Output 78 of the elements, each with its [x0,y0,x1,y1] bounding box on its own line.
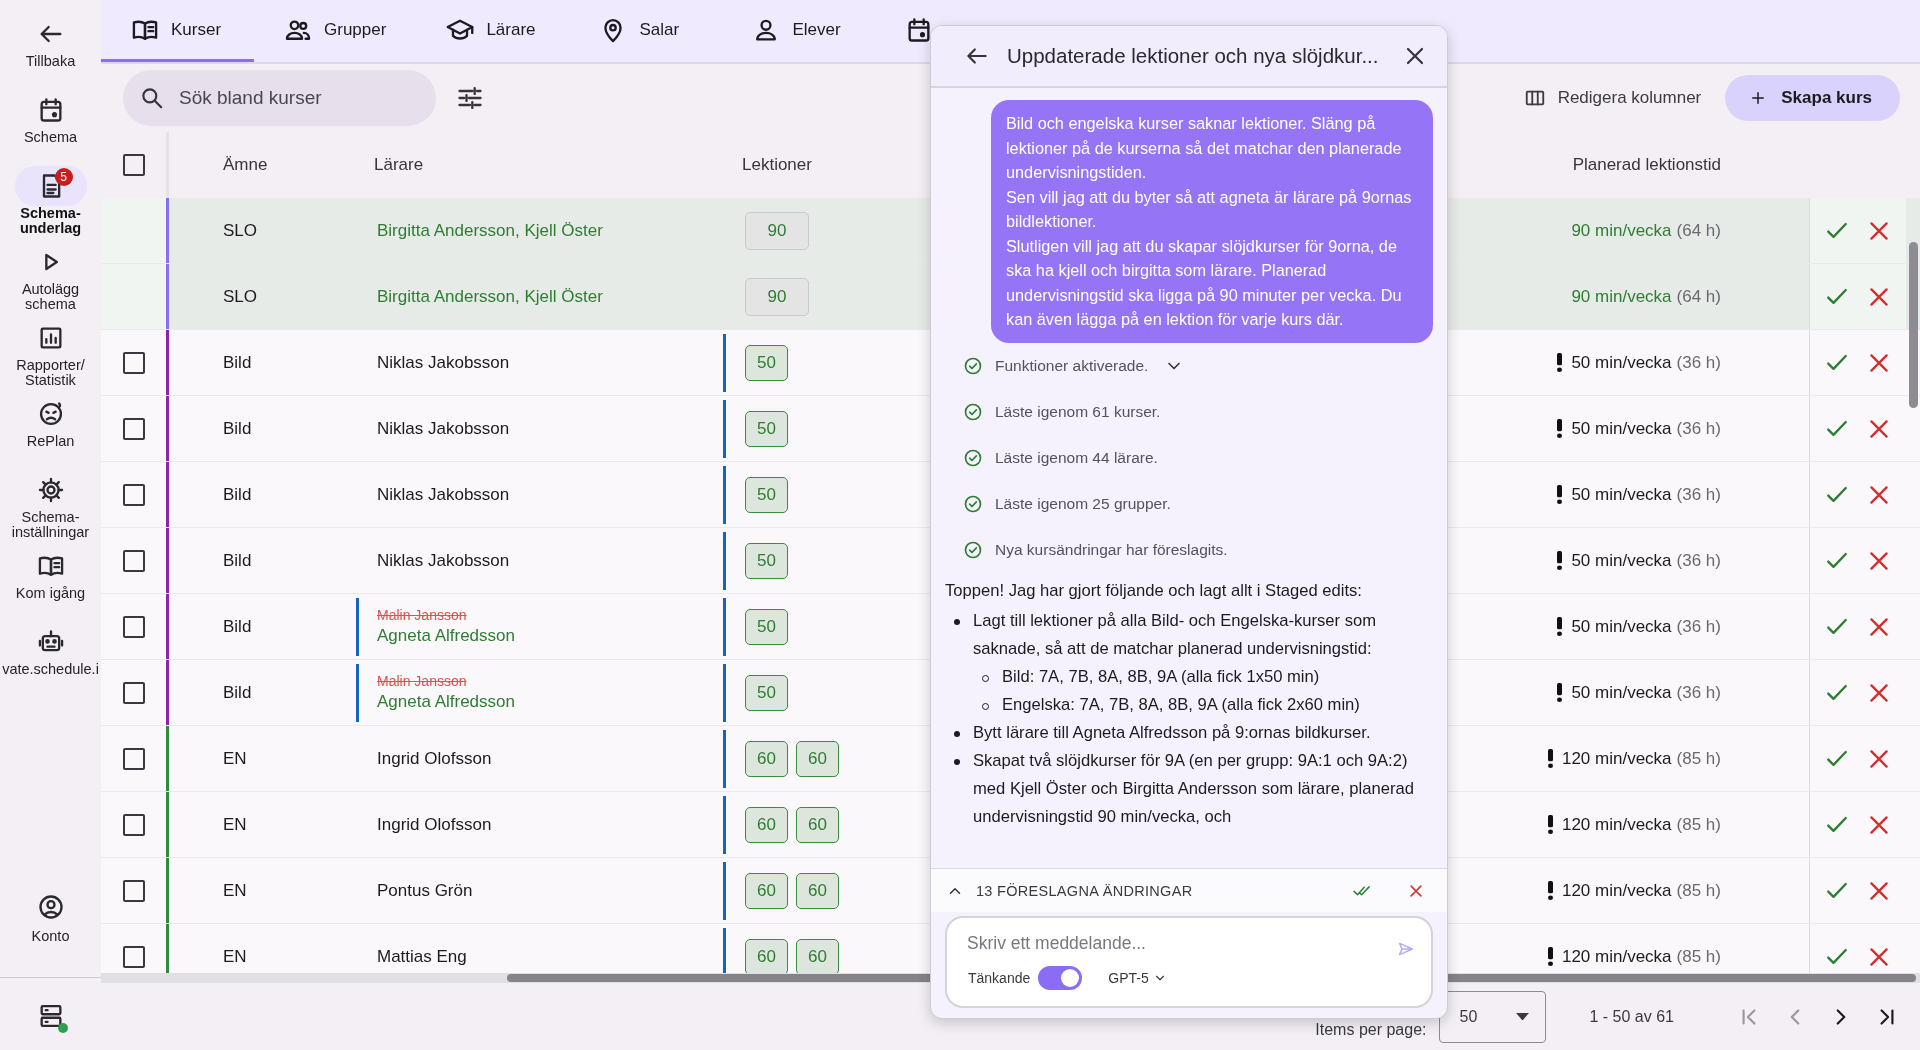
sidebar-label: Autolägg schema [20,282,81,312]
sidebar-label: Kom igång [15,586,86,601]
teacher-name: Niklas Jakobsson [377,484,510,505]
teacher-name: Niklas Jakobsson [377,352,510,373]
thinking-label: Tänkande [968,970,1031,986]
planned-time: 120 min/vecka [1561,748,1672,769]
subject-cell: EN [223,748,247,769]
subject-cell: Bild [223,616,252,637]
planned-time: 90 min/vecka [1571,220,1672,241]
hours-text: (36 h) [1676,682,1721,703]
teacher-name: Pontus Grön [377,880,473,901]
items-per-page-label: Items per page: [1315,1020,1427,1039]
hours-text: (36 h) [1676,418,1721,439]
hours-text: (85 h) [1676,814,1721,835]
teacher-name: Ingrid Olofsson [377,748,492,769]
sidebar-label: Schema-underlag [18,206,83,236]
teacher-name: Niklas Jakobsson [377,418,510,439]
planned-time: 50 min/vecka [1571,418,1672,439]
planned-time: 120 min/vecka [1561,814,1672,835]
subject-cell: Bild [223,484,252,505]
step-text: Läste igenom 25 grupper. [995,494,1171,513]
subject-cell: EN [223,880,247,901]
subject-cell: Bild [223,550,252,571]
sidebar-label: vate.schedule.i [2,662,99,677]
planned-time: 120 min/vecka [1561,946,1672,967]
hours-text: (64 h) [1676,220,1721,241]
teacher-name: Birgitta Andersson, Kjell Öster [377,286,603,307]
notification-badge: 5 [54,168,73,186]
teacher-name: Agneta Alfredsson [377,626,515,646]
sidebar-label: Rapporter/ Statistik [15,358,86,388]
hours-text: (36 h) [1676,352,1721,373]
hours-text: (85 h) [1676,748,1721,769]
planned-time: 90 min/vecka [1571,286,1672,307]
list-item-text: Engelska: 7A, 7B, 8A, 8B, 9A (alla fick 2x60 min) [1002,693,1360,716]
sidebar-label: Schema [23,130,78,145]
step-text: Läste igenom 44 lärare. [995,448,1158,467]
planned-time: 50 min/vecka [1571,352,1672,373]
hours-text: (85 h) [1676,880,1721,901]
list-item-text: Bytt lärare till Agneta Alfredsson på 9:ornas bildkurser. [973,722,1371,742]
planned-time: 50 min/vecka [1571,682,1672,703]
step-text: Nya kursändringar har föreslagits. [995,540,1228,559]
teacher-name: Mattias Eng [377,946,467,967]
teacher-name: Birgitta Andersson, Kjell Öster [377,220,603,241]
step-text: Läste igenom 61 kurser. [995,402,1161,421]
teacher-name: Malin Jansson [377,673,468,689]
sidebar-label: RePlan [26,434,75,449]
chat-title: Uppdaterade lektioner och nya slöjdkur... [1007,44,1380,68]
hours-text: (36 h) [1676,616,1721,637]
teacher-name: Niklas Jakobsson [377,550,510,571]
teacher-name: Ingrid Olofsson [377,814,492,835]
reply-text: Toppen! Jag har gjort följande och lagt allt i Staged edits: [945,579,1363,602]
hours-text: (36 h) [1676,550,1721,571]
staged-changes-label: 13 FÖRESLAGNA ÄNDRINGAR [976,882,1193,899]
page-range: 1 - 50 av 61 [1589,1007,1674,1026]
planned-time: 50 min/vecka [1571,616,1672,637]
subject-cell: EN [223,814,247,835]
list-item-text: Skapat två slöjdkurser för 9A (en per grupp: 9A:1 och 9A:2) med Kjell Öster och Birgitta Andersson som lärare, planerad undervisningstid 90 min/vecka, och [973,750,1414,826]
subject-cell: Bild [223,418,252,439]
hours-text: (64 h) [1676,286,1721,307]
subject-cell: EN [223,946,247,967]
subject-cell: SLO [223,286,258,307]
planned-time: 50 min/vecka [1571,484,1672,505]
step-text: Funktioner aktiverade. [995,356,1149,375]
teacher-name: Malin Jansson [377,607,468,623]
planned-time: 50 min/vecka [1571,550,1672,571]
list-item-text: Bild: 7A, 7B, 8A, 8B, 9A (alla fick 1x50 min) [1002,665,1320,688]
planned-time: 120 min/vecka [1561,880,1672,901]
sidebar-label: Schema-inställningar [10,510,91,540]
teacher-name: Agneta Alfredsson [377,692,515,712]
user-message: Bild och engelska kurser saknar lektioner. Släng på lektioner på de kurserna så det matchar den planerade undervisningstiden. Sen vill jag att du byter så att agneta är lärare på 9ornas bildlektioner. Slutligen vill jag att du skapar slöjdkurser för 9orna, de ska ha kjell och birgitta som lärare. Planerad undervisningstid ska ligga på 90 minuter per vecka. Du kan även lägga på en lektion för varje kurs där. [991,100,1433,343]
subject-cell: Bild [223,682,252,703]
sidebar-label: Konto [31,929,70,944]
subject-cell: SLO [223,220,258,241]
subject-cell: Bild [223,352,252,373]
hours-text: (36 h) [1676,484,1721,505]
list-item-text: Lagt till lektioner på alla Bild- och Engelska-kurser som saknade, så att de matchar planerad undervisningstid: [973,610,1377,658]
hours-text: (85 h) [1676,946,1721,967]
sidebar-label: Tillbaka [25,54,76,69]
